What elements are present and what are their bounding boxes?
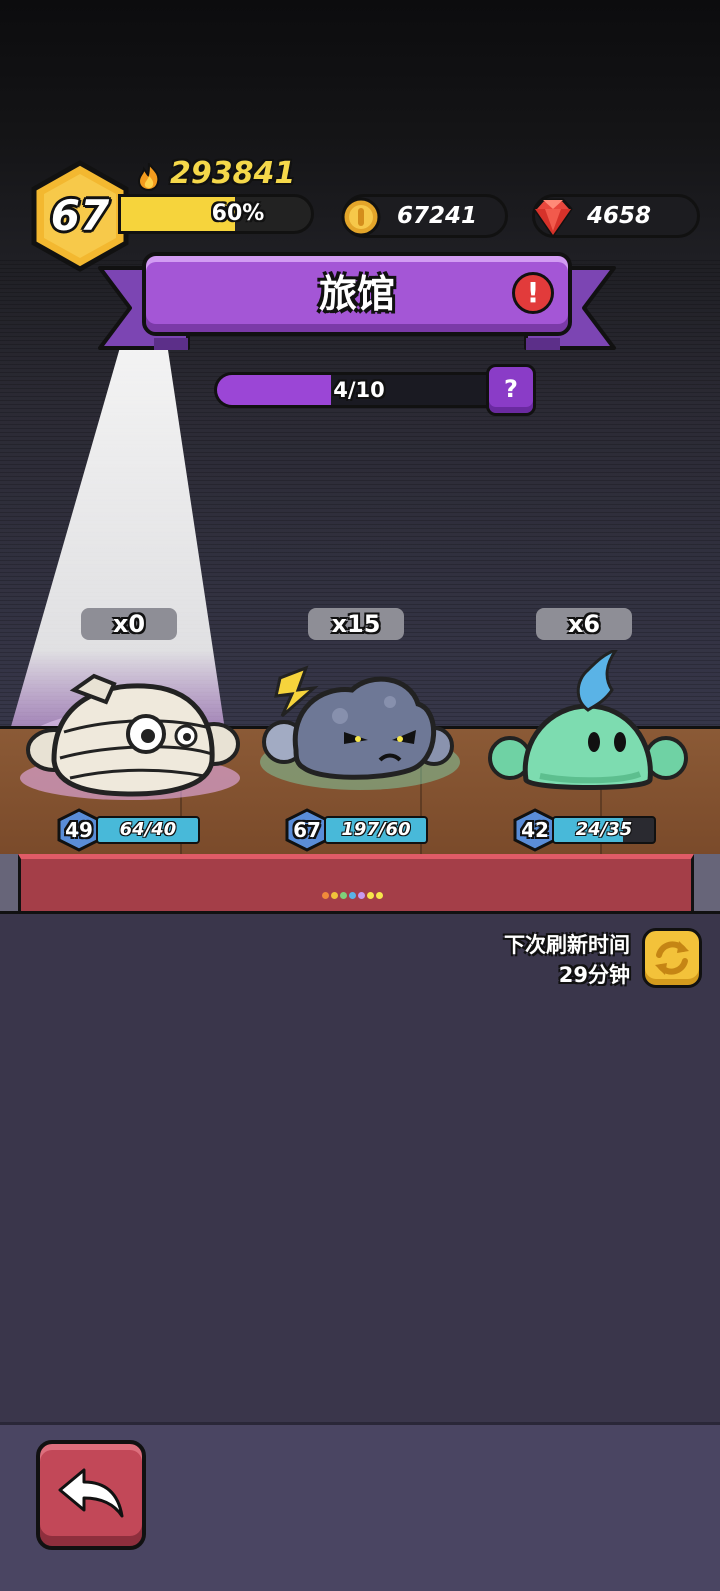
refresh-timer: 下次刷新时间 29分钟: [504, 930, 630, 990]
creature-stat: 67 197/60: [284, 808, 434, 852]
hp-value: 197/60: [341, 819, 411, 840]
coin-value: 67241: [397, 203, 478, 229]
help-button[interactable]: ?: [486, 364, 536, 416]
fire-icon: [137, 163, 160, 191]
title-banner: 旅馆 !: [142, 252, 572, 336]
coin-counter[interactable]: 67241: [341, 194, 508, 238]
player-level: 67: [50, 191, 110, 240]
panel-side-left: [0, 854, 18, 914]
coin-icon: [341, 197, 381, 237]
hp-bar: 197/60: [324, 816, 428, 844]
page-title: 旅馆: [318, 272, 395, 316]
slime-creature[interactable]: [470, 650, 710, 810]
creature-stat: 42 24/35: [512, 808, 662, 852]
hp-value: 64/40: [119, 819, 177, 840]
back-arrow-icon: [58, 1468, 124, 1518]
xp-percent: 60%: [211, 201, 265, 226]
refresh-label: 下次刷新时间: [504, 933, 630, 957]
refresh-icon: [655, 941, 689, 975]
progress-label: 4/10: [333, 378, 385, 402]
page-indicator: [322, 884, 385, 903]
gem-value: 4658: [587, 203, 652, 229]
hp-bar: 64/40: [96, 816, 200, 844]
back-button[interactable]: [36, 1440, 146, 1550]
panel-side-right: [694, 854, 720, 914]
alert-icon[interactable]: !: [512, 272, 554, 314]
gem-icon: [533, 198, 573, 237]
refresh-button[interactable]: [642, 928, 702, 988]
creature-count: x0: [81, 608, 177, 640]
creature-count: x6: [536, 608, 632, 640]
storm-cloud-creature[interactable]: [240, 650, 480, 810]
power-value: 293841: [170, 156, 296, 191]
creature-stat: 49 64/40: [56, 808, 206, 852]
hp-bar: 24/35: [552, 816, 656, 844]
gem-counter[interactable]: 4658: [532, 194, 700, 238]
hp-value: 24/35: [575, 819, 633, 840]
mummy-creature[interactable]: [14, 650, 254, 810]
progress-bar: 4/10: [214, 372, 504, 408]
refresh-time: 29分钟: [558, 963, 630, 987]
player-level-badge: 67: [30, 160, 130, 272]
creature-count: x15: [308, 608, 404, 640]
